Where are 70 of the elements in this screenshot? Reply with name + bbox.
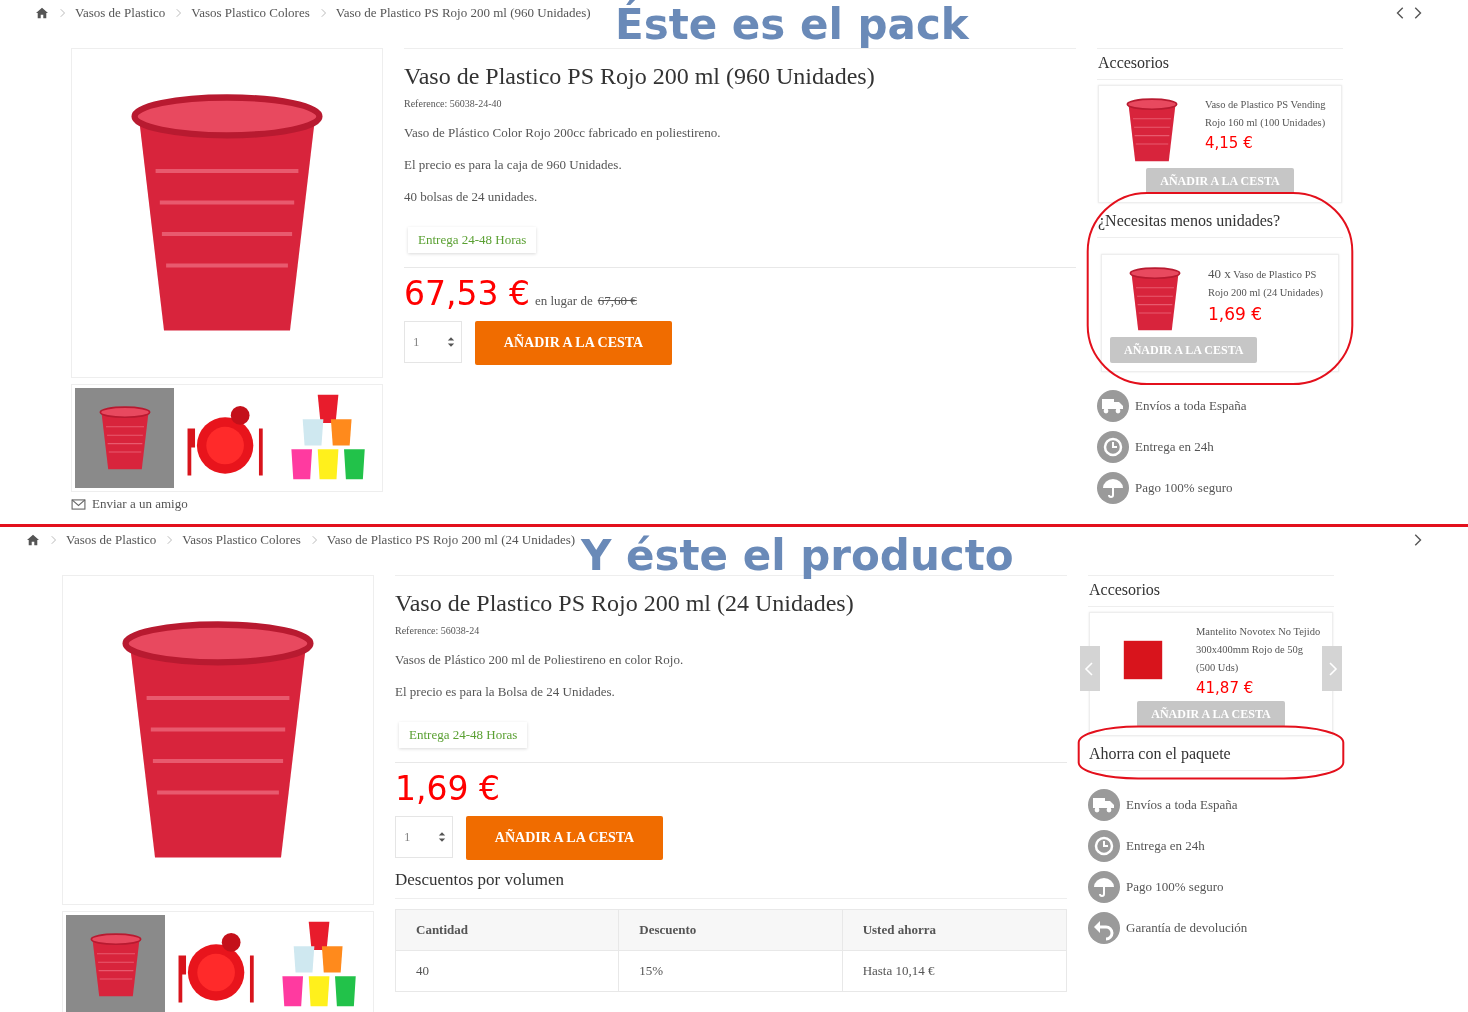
description-text: 40 bolsas de 24 unidades. bbox=[404, 189, 539, 205]
thumbnail[interactable] bbox=[66, 915, 166, 1012]
product-name: 40 x Vaso de Plastico PS Rojo 200 ml (24 Unidades) bbox=[1208, 265, 1324, 300]
column-header: Usted ahorra bbox=[842, 910, 1066, 951]
annotation-title: Y éste el producto bbox=[581, 531, 1014, 580]
truck-icon bbox=[1088, 789, 1120, 821]
home-icon[interactable] bbox=[26, 534, 40, 546]
product-price: 4,15 € bbox=[1205, 134, 1254, 152]
description-text: Vasos de Plástico 200 ml de Poliestireno en color Rojo. bbox=[395, 652, 685, 668]
reference-text: Reference: 56038-24-40 bbox=[404, 98, 503, 109]
envelope-icon[interactable] bbox=[71, 498, 86, 510]
send-to-friend-link[interactable]: Enviar a un amigo bbox=[92, 496, 188, 512]
table-cell: 15% bbox=[619, 951, 843, 991]
chevron-icon bbox=[48, 535, 58, 545]
umbrella-icon bbox=[1088, 871, 1120, 903]
chevron-icon bbox=[164, 535, 175, 545]
section-title: ¿Necesitas menos unidades? bbox=[1097, 207, 1343, 238]
product-title: Vaso de Plastico PS Rojo 200 ml (960 Unidades) bbox=[404, 63, 876, 90]
chevron-icon bbox=[57, 8, 67, 18]
old-price-label: en lugar de bbox=[534, 293, 593, 309]
clock-icon bbox=[1088, 830, 1120, 862]
price: 1,69 € bbox=[395, 769, 500, 808]
description-text: El precio es para la Bolsa de 24 Unidades. bbox=[395, 684, 616, 700]
umbrella-icon bbox=[1097, 472, 1129, 504]
feature-text: Garantía de devolución bbox=[1126, 920, 1248, 936]
feature-text: Entrega en 24h bbox=[1135, 439, 1214, 455]
return-icon bbox=[1088, 912, 1120, 944]
table-cell: 40 bbox=[396, 951, 620, 991]
product-name: Vaso de Plastico PS Vending Rojo 160 ml (100 Unidades) bbox=[1205, 98, 1327, 130]
column-header: Cantidad bbox=[396, 910, 620, 951]
delivery-badge: Entrega 24-48 Horas bbox=[408, 227, 537, 253]
description-text: El precio es para la caja de 960 Unidades. bbox=[404, 157, 623, 173]
home-icon[interactable] bbox=[35, 7, 49, 19]
annotation-title: Éste es el pack bbox=[615, 0, 969, 49]
breadcrumb-link[interactable]: Vaso de Plastico PS Rojo 200 ml (960 Unidades) bbox=[335, 5, 591, 21]
section-title: Ahorra con el paquete bbox=[1088, 740, 1334, 771]
reference-text: Reference: 56038-24 bbox=[395, 625, 481, 636]
section-title: Descuentos por volumen bbox=[395, 870, 1067, 899]
feature-text: Envíos a toda España bbox=[1126, 797, 1238, 813]
breadcrumb-link[interactable]: Vasos de Plastico bbox=[75, 5, 166, 21]
product-price: 41,87 € bbox=[1196, 679, 1255, 697]
clock-icon bbox=[1097, 431, 1129, 463]
thumbnail[interactable] bbox=[75, 388, 175, 488]
spinner-icon[interactable] bbox=[438, 831, 446, 843]
chevron-icon bbox=[173, 8, 184, 18]
quantity-field[interactable]: 1 bbox=[395, 816, 453, 858]
cup-drawing bbox=[1124, 96, 1180, 164]
column-header: Descuento bbox=[619, 910, 843, 951]
price: 67,53 € bbox=[404, 274, 530, 313]
section-title: Accesorios bbox=[1097, 48, 1343, 80]
section-title: Accesorios bbox=[1088, 575, 1334, 607]
breadcrumb-link[interactable]: Vaso de Plastico PS Rojo 200 ml (24 Unidades) bbox=[326, 532, 576, 548]
feature-text: Pago 100% seguro bbox=[1135, 480, 1233, 496]
quantity-field[interactable]: 1 bbox=[404, 321, 462, 363]
feature-text: Envíos a toda España bbox=[1135, 398, 1247, 414]
breadcrumb-link[interactable]: Vasos Plastico Colores bbox=[182, 532, 301, 548]
feature-text: Entrega en 24h bbox=[1126, 838, 1205, 854]
product-title: Vaso de Plastico PS Rojo 200 ml (24 Unidades) bbox=[395, 590, 855, 617]
cup-drawing bbox=[1127, 265, 1183, 333]
product-name: Mantelito Novotex No Tejido 300x400mm Rojo de 50g (500 Uds) bbox=[1196, 625, 1322, 675]
product-price: 1,69 € bbox=[1208, 304, 1264, 324]
spinner-icon[interactable] bbox=[447, 336, 455, 348]
breadcrumb-link[interactable]: Vasos de Plastico bbox=[66, 532, 157, 548]
description-text: Vaso de Plástico Color Rojo 200cc fabricado en poliestireno. bbox=[404, 125, 722, 141]
delivery-badge: Entrega 24-48 Horas bbox=[399, 722, 528, 748]
breadcrumb-link[interactable]: Vasos Plastico Colores bbox=[191, 5, 310, 21]
truck-icon bbox=[1097, 390, 1129, 422]
old-price: 67,60 € bbox=[597, 293, 637, 309]
table-cell-text: Hasta 10,14 € bbox=[861, 962, 936, 980]
feature-text: Pago 100% seguro bbox=[1126, 879, 1224, 895]
